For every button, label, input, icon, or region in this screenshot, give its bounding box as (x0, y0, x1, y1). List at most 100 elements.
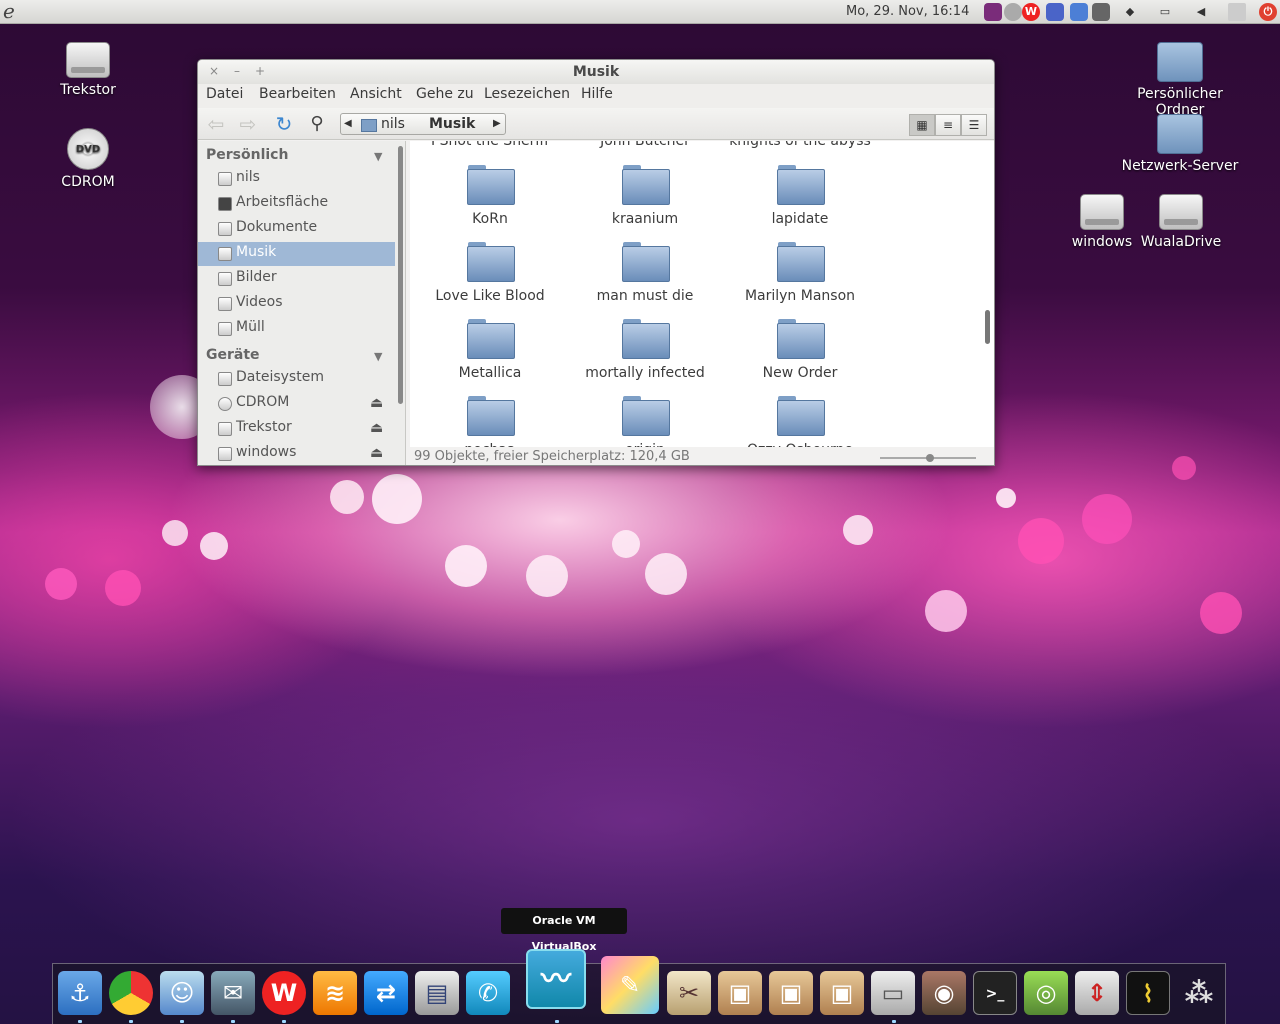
zoom-slider[interactable] (880, 454, 976, 462)
folder-item-korn[interactable]: KoRn (410, 165, 570, 227)
search-icon[interactable]: ⚲ (305, 113, 329, 135)
package-update-icon[interactable]: ▣ (820, 971, 864, 1015)
music-folder-icon (218, 247, 232, 261)
eject-icon[interactable]: ⏏ (370, 395, 383, 411)
folder-label: John Butcher (600, 141, 690, 149)
menu-hilfe[interactable]: Hilfe (581, 86, 613, 102)
sidebar-item-nils[interactable]: nils (198, 167, 395, 191)
sidebar-item-arbeitsflaeche[interactable]: Arbeitsfläche (198, 192, 395, 216)
reload-icon[interactable]: ↻ (272, 113, 296, 135)
tools-icon[interactable]: ✂ (667, 971, 711, 1015)
list-view-icon[interactable]: ≡ (935, 114, 961, 136)
monitor-icon[interactable]: ⌇ (1126, 971, 1170, 1015)
sidebar-item-bilder[interactable]: Bilder (198, 267, 395, 291)
collapse-arrow-icon[interactable]: ▼ (374, 150, 382, 163)
collapse-arrow-icon[interactable]: ▼ (374, 350, 382, 363)
icon-view-icon[interactable]: ▦ (909, 114, 935, 136)
folder-item-new-order[interactable]: New Order (720, 319, 880, 381)
menu-lesezeichen[interactable]: Lesezeichen (484, 86, 570, 102)
desktop-icon-cdrom[interactable]: DVD CDROM (23, 128, 153, 190)
folder-label: Marilyn Manson (744, 288, 856, 304)
desktop-icon-trekstor[interactable]: Trekstor (23, 42, 153, 98)
menu-gehe-zu[interactable]: Gehe zu (416, 86, 474, 102)
sidebar-item-windows[interactable]: windows ⏏ (198, 442, 395, 465)
speaker-icon[interactable]: ◉ (922, 971, 966, 1015)
dvd-icon: DVD (67, 128, 109, 170)
sidebar-item-muell[interactable]: Müll (198, 317, 395, 341)
folder-label: man must die (596, 288, 694, 304)
sidebar-item-musik[interactable]: Musik (198, 242, 395, 266)
sidebar-scrollbar[interactable] (398, 146, 403, 404)
power-icon[interactable]: ⏻ (1259, 3, 1277, 21)
desktop-icon-windows[interactable]: windows (1060, 194, 1144, 250)
paint-icon[interactable]: ✎ (601, 956, 659, 1014)
menu-bearbeiten[interactable]: Bearbeiten (259, 86, 336, 102)
clock[interactable]: Mo, 29. Nov, 16:14 (846, 4, 969, 19)
indicator-icon[interactable] (984, 3, 1002, 21)
folder-item-mortally-infected[interactable]: mortally infected (565, 319, 725, 381)
titlebar[interactable]: × – + Musik (198, 60, 994, 84)
chrome-icon[interactable] (109, 971, 153, 1015)
terminal-icon[interactable]: >_ (973, 971, 1017, 1015)
skype-icon[interactable]: ✆ (466, 971, 510, 1015)
compact-view-icon[interactable]: ☰ (961, 114, 987, 136)
content-scrollbar[interactable] (985, 310, 990, 344)
eject-icon[interactable]: ⏏ (370, 420, 383, 436)
files-icon[interactable]: ▭ (871, 971, 915, 1015)
back-arrow-icon[interactable]: ⇦ (204, 113, 228, 135)
folder-item-partial[interactable]: I Shot the Sheriff (410, 141, 570, 149)
mail-icon[interactable] (1228, 3, 1246, 21)
sidebar-item-dokumente[interactable]: Dokumente (198, 217, 395, 241)
forward-arrow-icon[interactable]: ⇨ (236, 113, 260, 135)
folder-item-metallica[interactable]: Metallica (410, 319, 570, 381)
stamp-icon[interactable]: ✉ (211, 971, 255, 1015)
folder-item-marilyn-manson[interactable]: Marilyn Manson (720, 242, 880, 304)
w-app-icon[interactable]: W (1022, 3, 1040, 21)
desktop-icon-wualadrive[interactable]: WualaDrive (1138, 194, 1224, 250)
network-icon[interactable] (1004, 3, 1022, 21)
desktop-icon-home[interactable]: Persönlicher Ordner (1115, 42, 1245, 118)
path-right-arrow-icon[interactable]: ▶ (493, 118, 501, 129)
sidebar-item-cdrom[interactable]: CDROM ⏏ (198, 392, 395, 416)
sidebar-item-dateisystem[interactable]: Dateisystem (198, 367, 395, 391)
ubuntu-icon[interactable]: ◎ (1024, 971, 1068, 1015)
molecule-icon[interactable]: ⁂ (1177, 971, 1221, 1015)
rss-icon[interactable]: ≋ (313, 971, 357, 1015)
sidebar-item-videos[interactable]: Videos (198, 292, 395, 316)
sidebar-item-label: Bilder (236, 269, 277, 285)
path-left-arrow-icon[interactable]: ◀ (344, 118, 352, 129)
package-down-icon[interactable]: ▣ (769, 971, 813, 1015)
gear-box-icon[interactable]: ⇕ (1075, 971, 1119, 1015)
scanner-icon[interactable]: ▤ (415, 971, 459, 1015)
path-crumb-nils[interactable]: nils (381, 116, 405, 132)
package-icon[interactable]: ▣ (718, 971, 762, 1015)
menu-logo-icon[interactable]: e (3, 1, 23, 22)
robot-icon[interactable]: ☺ (160, 971, 204, 1015)
eject-icon[interactable]: ⏏ (370, 445, 383, 461)
im-icon[interactable] (1046, 3, 1064, 21)
desktop-icon-network-server[interactable]: Netzwerk-Server (1115, 114, 1245, 174)
disc-icon (218, 397, 232, 411)
drive-icon (218, 447, 232, 461)
folder-item-love-like-blood[interactable]: Love Like Blood (410, 242, 570, 304)
brush-icon[interactable] (1092, 3, 1110, 21)
folder-item-kraanium[interactable]: kraanium (565, 165, 725, 227)
path-crumb-musik[interactable]: Musik (429, 116, 475, 132)
folder-item-partial[interactable]: knights of the abyss (720, 141, 880, 149)
transfer-icon[interactable]: ◆ (1121, 3, 1139, 21)
dropbox-icon[interactable] (1070, 3, 1088, 21)
sidebar-item-trekstor[interactable]: Trekstor ⏏ (198, 417, 395, 441)
virtualbox-icon[interactable]: 〰 (526, 949, 586, 1009)
teamviewer-icon[interactable]: ⇄ (364, 971, 408, 1015)
folder-label: New Order (762, 365, 838, 381)
menu-ansicht[interactable]: Ansicht (350, 86, 402, 102)
zoom-slider-knob[interactable] (926, 454, 934, 462)
folder-item-man-must-die[interactable]: man must die (565, 242, 725, 304)
battery-icon[interactable]: ▭ (1156, 3, 1174, 21)
folder-item-lapidate[interactable]: lapidate (720, 165, 880, 227)
w-app-icon[interactable]: W (262, 971, 306, 1015)
folder-item-partial[interactable]: John Butcher (565, 141, 725, 149)
anchor-icon[interactable]: ⚓ (58, 971, 102, 1015)
menu-datei[interactable]: Datei (206, 86, 243, 102)
volume-icon[interactable]: ◀ (1192, 3, 1210, 21)
